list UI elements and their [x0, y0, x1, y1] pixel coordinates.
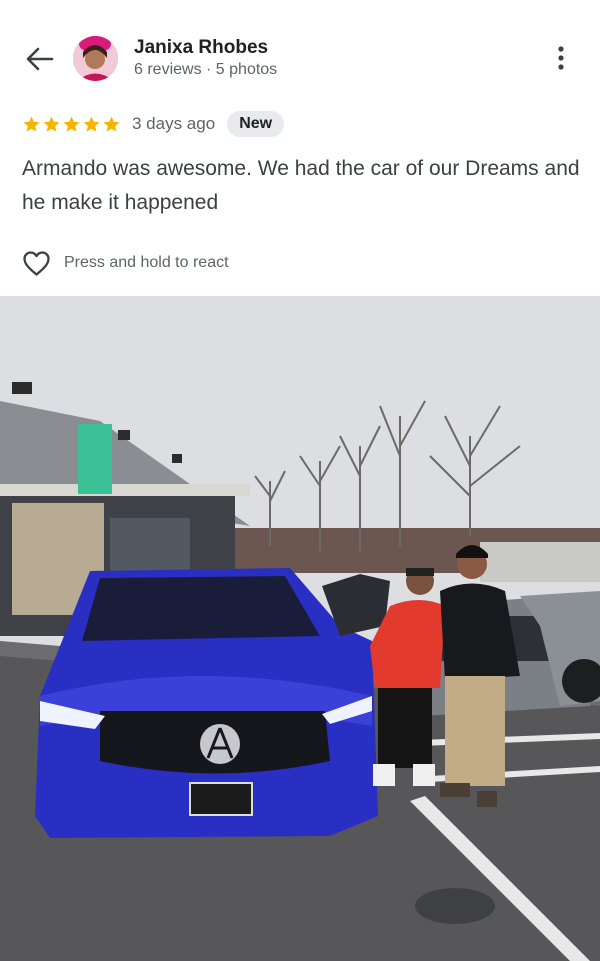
review-photo[interactable] [0, 296, 600, 961]
star-icon [83, 116, 100, 132]
reviewer-meta: 6 reviews · 5 photos [134, 61, 278, 78]
react-button[interactable]: Press and hold to react [22, 248, 229, 278]
reviewer-name[interactable]: Janixa Rhobes [134, 37, 268, 59]
new-badge: New [227, 111, 285, 137]
star-icon [63, 116, 80, 132]
review-text: Armando was awesome. We had the car of o… [22, 157, 580, 214]
review-time: 3 days ago [132, 114, 216, 133]
star-icon [43, 116, 60, 132]
review-header: Janixa Rhobes 6 reviews · 5 photos [0, 0, 600, 110]
more-options-button[interactable] [549, 44, 573, 72]
back-button[interactable] [22, 44, 56, 74]
back-arrow-icon [26, 47, 54, 71]
star-icon [103, 116, 120, 132]
star-rating [22, 115, 121, 134]
avatar[interactable] [73, 36, 118, 81]
react-label: Press and hold to react [64, 254, 229, 271]
star-icon [23, 116, 40, 132]
more-vert-icon [558, 46, 564, 70]
heart-outline-icon [23, 250, 50, 276]
rating-row: 3 days ago New [22, 110, 285, 138]
